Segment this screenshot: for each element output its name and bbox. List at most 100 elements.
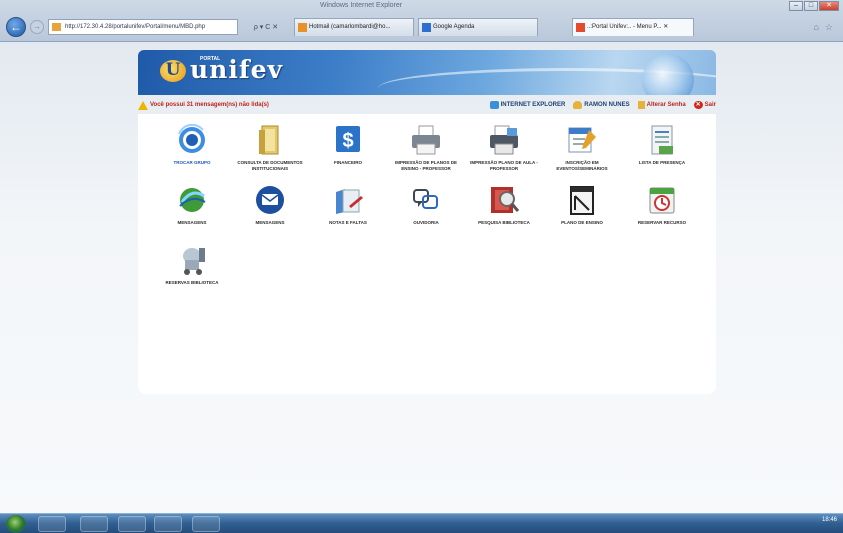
internet-explorer-link[interactable]: INTERNET EXPLORER: [489, 101, 566, 109]
calendar-icon: [422, 23, 431, 32]
menu-label: MENSAGENS: [255, 220, 285, 225]
windows-taskbar: 18:46: [0, 513, 843, 533]
taskbar-window-icon[interactable]: [192, 516, 220, 532]
menu-label: OUVIDORIA: [413, 220, 439, 225]
globe-messages-icon: [175, 184, 209, 216]
address-url: http://172.30.4.28/portalunifev/Portal/m…: [65, 24, 206, 30]
system-tray-clock[interactable]: 18:46: [822, 517, 837, 524]
dollar-icon: $: [331, 124, 365, 156]
taskbar-folder-icon[interactable]: [80, 516, 108, 532]
menu-lista-presenca[interactable]: LISTA DE PRESENÇA: [624, 124, 700, 166]
menu-label: IMPRESSÃO PLANO DE AULA - PROFESSOR: [470, 160, 538, 171]
tab-portal-unifev[interactable]: ..:Portal Unifev:.. - Menu P... ✕: [572, 18, 694, 36]
window-title: Windows Internet Explorer: [320, 2, 403, 9]
printer-plan-icon: [487, 124, 521, 156]
portal-banner: PORTAL U unifev: [138, 50, 716, 95]
start-button[interactable]: [6, 515, 26, 533]
menu-pesquisa-biblioteca[interactable]: PESQUISA BIBLIOTECA: [466, 184, 542, 226]
home-icon[interactable]: ⌂: [813, 22, 818, 33]
browser-chrome: Windows Internet Explorer – □ ✕ ← → http…: [0, 0, 843, 42]
grades-icon: [331, 184, 365, 216]
menu-label: INSCRIÇÃO EM EVENTOS/SEMINÁRIOS: [556, 160, 608, 171]
page-body: PORTAL U unifev Você possui 31 mensagem(…: [0, 42, 843, 513]
menu-ouvidoria[interactable]: OUVIDORIA: [388, 184, 464, 226]
attendance-list-icon: [645, 124, 679, 156]
address-tools[interactable]: ρ ▾ C ✕: [242, 23, 290, 31]
exit-icon: ✕: [693, 101, 703, 109]
forward-button[interactable]: →: [30, 20, 44, 34]
menu-notas-faltas[interactable]: NOTAS E FALTAS: [310, 184, 386, 226]
title-bar: Windows Internet Explorer – □ ✕: [0, 0, 843, 14]
back-button[interactable]: ←: [6, 17, 26, 37]
hotmail-icon: [298, 23, 307, 32]
menu-label: LISTA DE PRESENÇA: [638, 160, 686, 165]
unread-alert[interactable]: Você possui 31 mensagem(ns) não lida(s): [138, 100, 269, 110]
menu-consulta-documentos[interactable]: CONSULTA DE DOCUMENTOS INSTITUCIONAIS: [232, 124, 308, 171]
nav-right-icons: ⌂ ☆: [813, 22, 833, 33]
menu-mensagens-globo[interactable]: MENSAGENS: [154, 184, 230, 226]
menu-plano-ensino[interactable]: PLANO DE ENSINO: [544, 184, 620, 226]
svg-text:$: $: [342, 130, 353, 152]
menu-reservas-biblioteca[interactable]: RESERVAS BIBLIOTECA: [154, 244, 230, 286]
taskbar-explorer-icon[interactable]: [154, 516, 182, 532]
library-search-icon: [487, 184, 521, 216]
user-links: INTERNET EXPLORER RAMON NUNES Alterar Se…: [489, 101, 716, 109]
menu-impressao-plano-aula[interactable]: IMPRESSÃO PLANO DE AULA - PROFESSOR: [466, 124, 542, 171]
menu-impressao-planos-ensino[interactable]: IMPRESSÃO DE PLANOS DE ENSINO - PROFESSO…: [388, 124, 464, 171]
menu-mensagens-envelope[interactable]: MENSAGENS: [232, 184, 308, 226]
link-label: RAMON NUNES: [584, 102, 630, 108]
logo-mark-icon: U: [160, 60, 186, 82]
menu-label: TROCAR GRUPO: [173, 160, 211, 165]
ombudsman-icon: [409, 184, 443, 216]
close-window-button[interactable]: ✕: [819, 1, 839, 11]
logo-sup: PORTAL: [200, 56, 221, 62]
event-signup-icon: [565, 124, 599, 156]
minimize-button[interactable]: –: [789, 1, 803, 11]
envelope-icon: [253, 184, 287, 216]
taskbar-ie-icon[interactable]: [38, 516, 66, 532]
maximize-button[interactable]: □: [804, 1, 818, 11]
link-label: Alterar Senha: [646, 102, 686, 108]
tab-label: Google Agenda: [433, 24, 475, 30]
menu-label: NOTAS E FALTAS: [329, 220, 367, 225]
info-bar: Você possui 31 mensagem(ns) não lida(s) …: [138, 97, 716, 113]
tab-google-agenda[interactable]: Google Agenda: [418, 18, 538, 36]
menu-inscricao-eventos[interactable]: INSCRIÇÃO EM EVENTOS/SEMINÁRIOS: [544, 124, 620, 171]
unread-alert-text: Você possui 31 mensagem(ns) não lida(s): [150, 102, 269, 108]
menu-reservar-recurso[interactable]: RESERVAR RECURSO: [624, 184, 700, 226]
menu-financeiro[interactable]: $ FINANCEIRO: [310, 124, 386, 166]
page-favicon: [52, 23, 61, 31]
teaching-plan-icon: [565, 184, 599, 216]
window-controls: – □ ✕: [789, 1, 839, 11]
menu-label: MENSAGENS: [177, 220, 207, 225]
change-password-link[interactable]: Alterar Senha: [637, 101, 686, 109]
key-icon: [637, 101, 645, 109]
taskbar-media-icon[interactable]: [118, 516, 146, 532]
banner-globe: [642, 54, 694, 95]
user-icon: [573, 101, 583, 109]
menu-label: PLANO DE ENSINO: [561, 220, 603, 225]
link-label: INTERNET EXPLORER: [500, 102, 566, 108]
menu-label: RESERVAR RECURSO: [637, 220, 687, 225]
address-bar[interactable]: http://172.30.4.28/portalunifev/Portal/m…: [48, 19, 238, 35]
printer-icon: [409, 124, 443, 156]
navigation-row: ← → http://172.30.4.28/portalunifev/Port…: [0, 15, 843, 39]
tab-label: Hotmail (camarlombardi@ho...: [309, 24, 391, 30]
link-label: Sair: [704, 102, 716, 108]
tab-label: ..:Portal Unifev:.. - Menu P... ✕: [587, 24, 669, 30]
star-icon[interactable]: ☆: [825, 22, 833, 33]
menu-panel: TROCAR GRUPO CONSULTA DE DOCUMENTOS INST…: [138, 114, 716, 394]
menu-label: CONSULTA DE DOCUMENTOS INSTITUCIONAIS: [237, 160, 303, 171]
ie-icon: [489, 101, 499, 109]
user-name-link[interactable]: RAMON NUNES: [573, 101, 630, 109]
library-reservations-icon: [175, 244, 209, 276]
reserve-resource-icon: [645, 184, 679, 216]
logout-link[interactable]: ✕ Sair: [693, 101, 716, 109]
tab-hotmail[interactable]: Hotmail (camarlombardi@ho...: [294, 18, 414, 36]
documents-icon: [253, 124, 287, 156]
menu-label: FINANCEIRO: [334, 160, 362, 165]
menu-label: PESQUISA BIBLIOTECA: [478, 220, 530, 225]
menu-label: RESERVAS BIBLIOTECA: [165, 280, 219, 285]
menu-trocar-grupo[interactable]: TROCAR GRUPO: [154, 123, 230, 166]
portal-logo[interactable]: PORTAL U unifev: [160, 56, 283, 82]
